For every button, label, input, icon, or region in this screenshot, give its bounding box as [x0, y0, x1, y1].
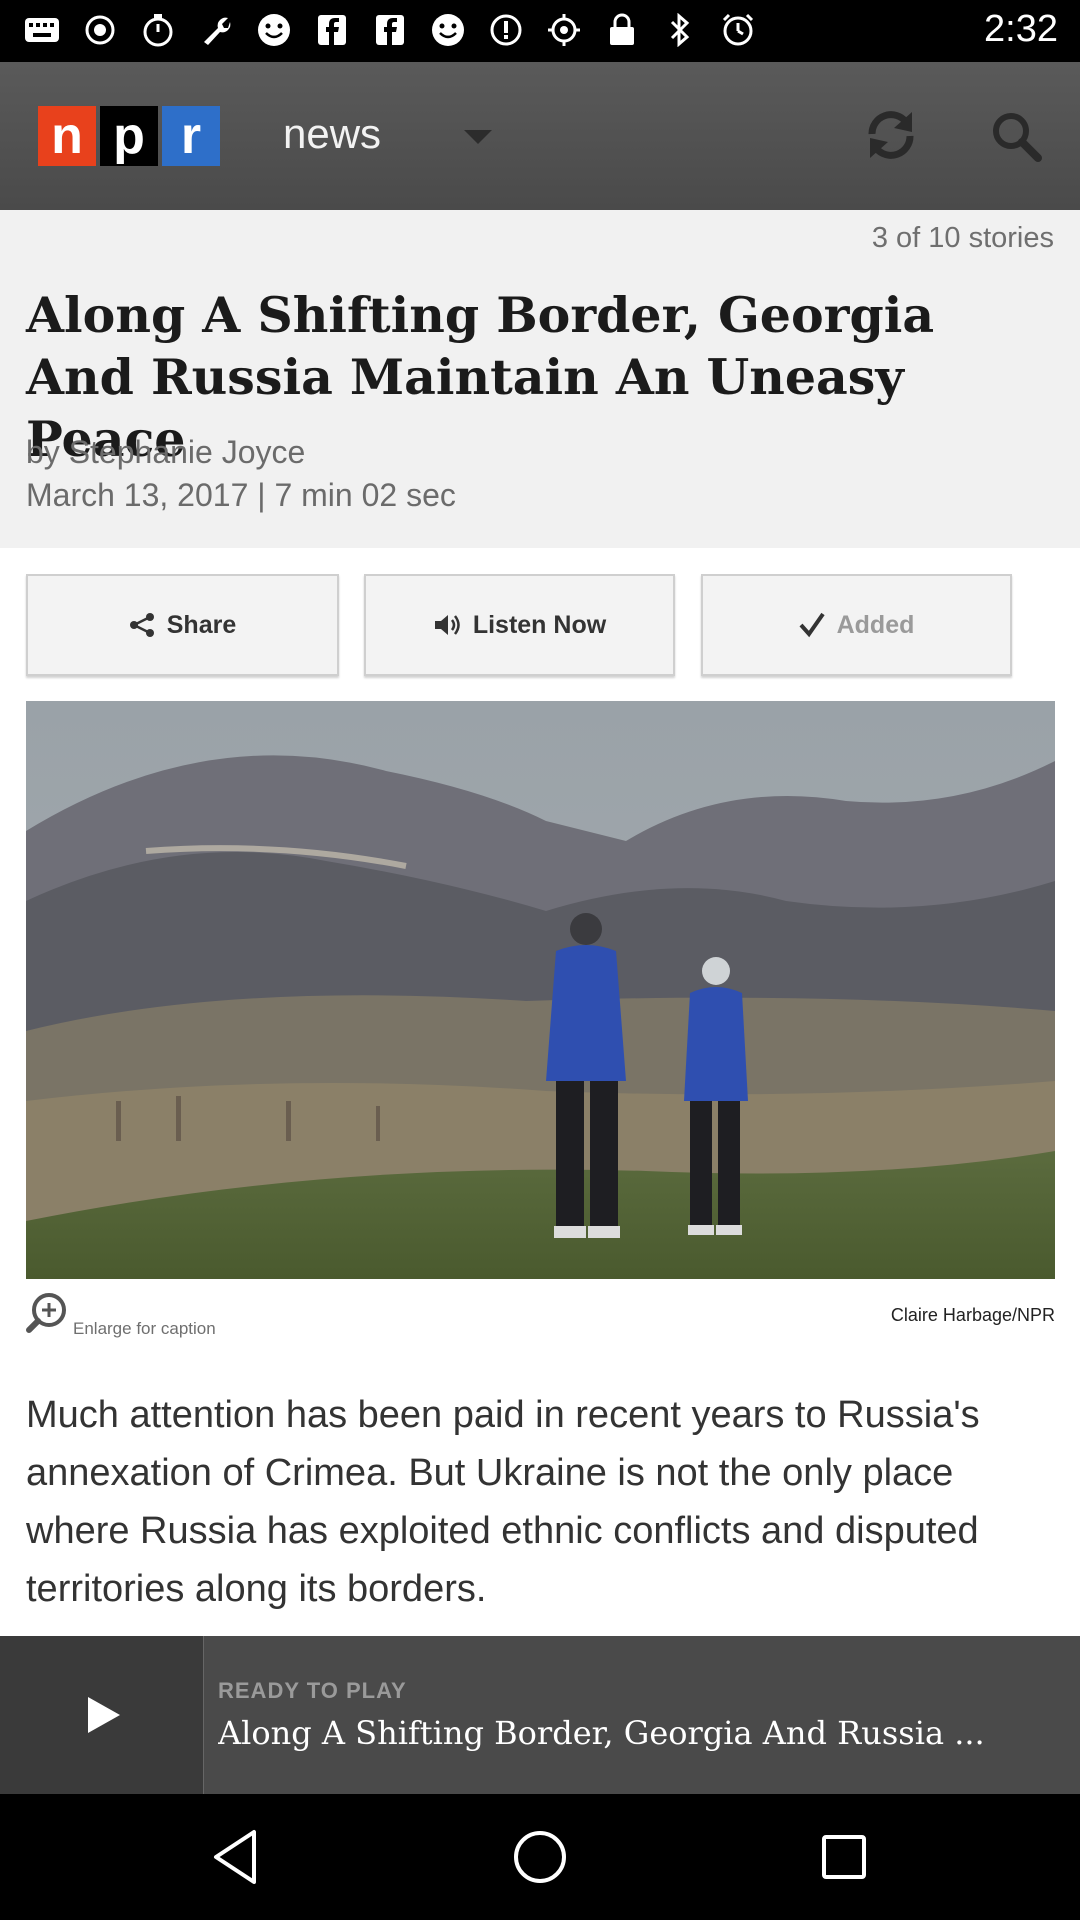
share-label: Share — [166, 610, 237, 639]
app-bar: n p r news — [0, 62, 1080, 210]
listen-now-button[interactable]: Listen Now — [364, 574, 675, 676]
play-button[interactable] — [0, 1636, 204, 1794]
story-date-duration: March 13, 2017 | 7 min 02 sec — [26, 477, 456, 513]
added-button[interactable]: Added — [701, 574, 1012, 676]
location-icon — [546, 12, 582, 48]
wrench-icon — [198, 12, 234, 48]
logo-letter-p: p — [100, 106, 158, 166]
enlarge-caption-link[interactable]: Enlarge for caption — [73, 1319, 216, 1339]
smiley-icon — [430, 12, 466, 48]
photo-credit: Claire Harbage/NPR — [890, 1305, 1055, 1325]
play-icon — [87, 1697, 120, 1733]
facebook-icon — [372, 12, 408, 48]
section-selector[interactable]: news — [283, 110, 381, 158]
story-content: Share Listen Now Added Enlarge for capti… — [0, 548, 1080, 1636]
notification-icons — [24, 12, 756, 48]
chevron-down-icon[interactable] — [464, 130, 492, 144]
audio-player-bar[interactable]: READY TO PLAY Along A Shifting Border, G… — [0, 1636, 1080, 1794]
refresh-icon[interactable] — [860, 104, 922, 166]
timer-icon — [140, 12, 176, 48]
speaker-icon — [434, 615, 460, 635]
listen-now-label: Listen Now — [472, 610, 607, 639]
story-byline: by Stephanie Joyce — [26, 434, 306, 470]
player-title: Along A Shifting Border, Georgia And Rus… — [218, 1714, 985, 1752]
added-label: Added — [836, 610, 915, 639]
facebook-icon — [314, 12, 350, 48]
npr-logo[interactable]: n p r — [38, 106, 220, 166]
player-status: READY TO PLAY — [218, 1678, 407, 1703]
logo-letter-r: r — [162, 106, 220, 166]
story-header: 3 of 10 stories Along A Shifting Border,… — [0, 210, 1080, 548]
zoom-in-icon[interactable] — [26, 1292, 68, 1334]
share-button[interactable]: Share — [26, 574, 339, 676]
alarm-icon — [720, 12, 756, 48]
search-icon[interactable] — [988, 108, 1044, 164]
home-icon[interactable] — [507, 1824, 573, 1890]
smiley-icon — [256, 12, 292, 48]
clock: 2:32 — [984, 8, 1058, 50]
back-icon[interactable] — [204, 1824, 270, 1890]
status-bar: 2:32 — [0, 0, 1080, 62]
story-paragraph: Much attention has been paid in recent y… — [26, 1394, 980, 1610]
lock-icon — [604, 12, 640, 48]
share-icon — [129, 613, 154, 637]
recents-icon[interactable] — [811, 1824, 877, 1890]
checkmark-icon — [799, 612, 825, 638]
bluetooth-icon — [662, 12, 698, 48]
keyboard-icon — [24, 12, 60, 48]
story-photo[interactable] — [26, 701, 1055, 1279]
story-position: 3 of 10 stories — [871, 222, 1054, 254]
logo-letter-n: n — [38, 106, 96, 166]
record-icon — [82, 12, 118, 48]
navigation-bar — [0, 1794, 1080, 1920]
info-icon — [488, 12, 524, 48]
